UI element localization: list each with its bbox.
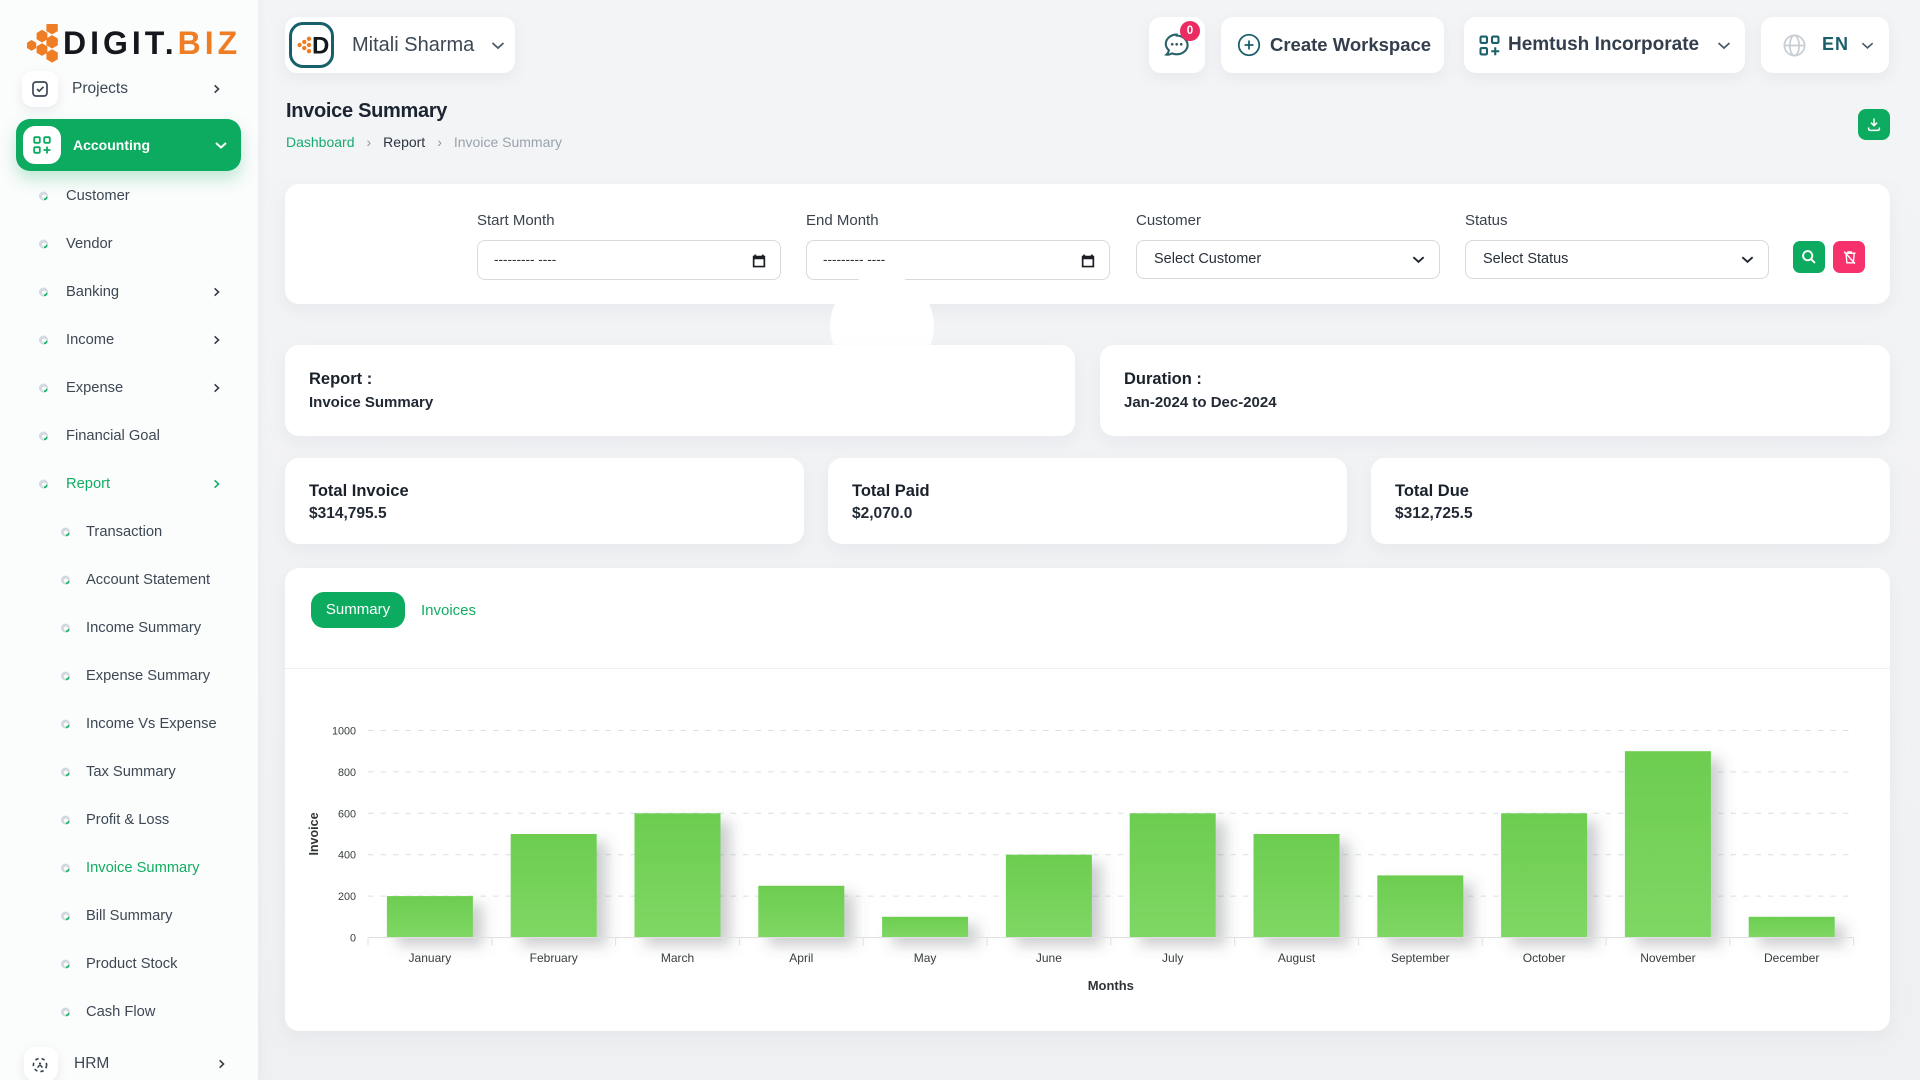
- svg-text:Invoice: Invoice: [307, 812, 321, 855]
- svg-text:May: May: [914, 951, 937, 965]
- svg-text:November: November: [1640, 951, 1695, 965]
- svg-text:200: 200: [338, 891, 356, 903]
- svg-text:D: D: [312, 33, 329, 57]
- svg-text:December: December: [1764, 951, 1819, 965]
- svg-text:400: 400: [338, 850, 356, 862]
- svg-text:January: January: [409, 951, 452, 965]
- svg-text:600: 600: [338, 808, 356, 820]
- svg-text:0: 0: [350, 933, 356, 945]
- svg-text:1000: 1000: [332, 726, 356, 738]
- svg-text:800: 800: [338, 767, 356, 779]
- svg-text:August: August: [1278, 951, 1316, 965]
- svg-text:April: April: [789, 951, 813, 965]
- svg-text:June: June: [1036, 951, 1062, 965]
- svg-text:February: February: [530, 951, 578, 965]
- svg-text:September: September: [1391, 951, 1450, 965]
- svg-text:July: July: [1162, 951, 1183, 965]
- svg-text:Months: Months: [1088, 978, 1134, 993]
- svg-text:March: March: [661, 951, 694, 965]
- svg-text:October: October: [1523, 951, 1566, 965]
